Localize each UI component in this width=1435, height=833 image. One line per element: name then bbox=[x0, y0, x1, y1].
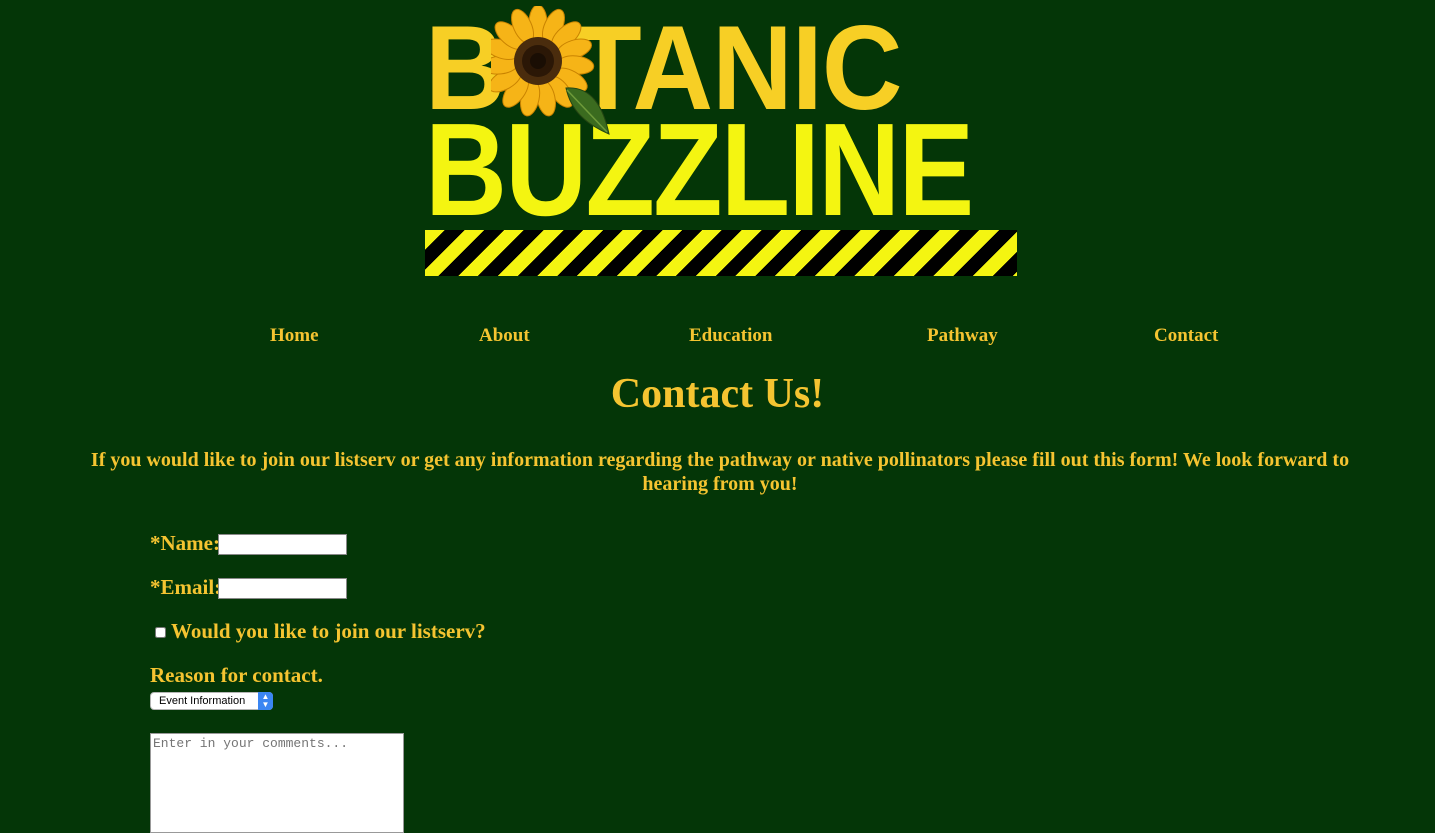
nav-education-link[interactable]: Education bbox=[689, 325, 772, 347]
nav-contact-link[interactable]: Contact bbox=[1154, 325, 1218, 347]
name-input[interactable] bbox=[218, 534, 347, 555]
comments-textarea[interactable] bbox=[150, 733, 404, 833]
listserv-label: Would you like to join our listserv? bbox=[171, 619, 486, 643]
hazard-stripes bbox=[425, 230, 1017, 276]
reason-select[interactable]: Event Information ▲ ▼ bbox=[150, 692, 273, 710]
email-label: *Email: bbox=[150, 575, 222, 599]
page-title: Contact Us! bbox=[610, 371, 825, 417]
nav-home-link[interactable]: Home bbox=[270, 325, 319, 347]
reason-label: Reason for contact. bbox=[150, 663, 323, 687]
nav-pathway-link[interactable]: Pathway bbox=[927, 325, 998, 347]
site-logo: B TANIC BUZZLINE bbox=[425, 0, 1017, 278]
intro-text: If you would like to join our listserv o… bbox=[90, 449, 1350, 495]
name-label: *Name: bbox=[150, 531, 220, 555]
select-arrows-icon: ▲ ▼ bbox=[258, 692, 273, 710]
listserv-checkbox[interactable] bbox=[155, 627, 166, 638]
sunflower-icon bbox=[491, 6, 610, 135]
nav-about-link[interactable]: About bbox=[479, 325, 530, 347]
reason-selected-value: Event Information bbox=[159, 695, 246, 707]
email-input[interactable] bbox=[218, 578, 347, 599]
